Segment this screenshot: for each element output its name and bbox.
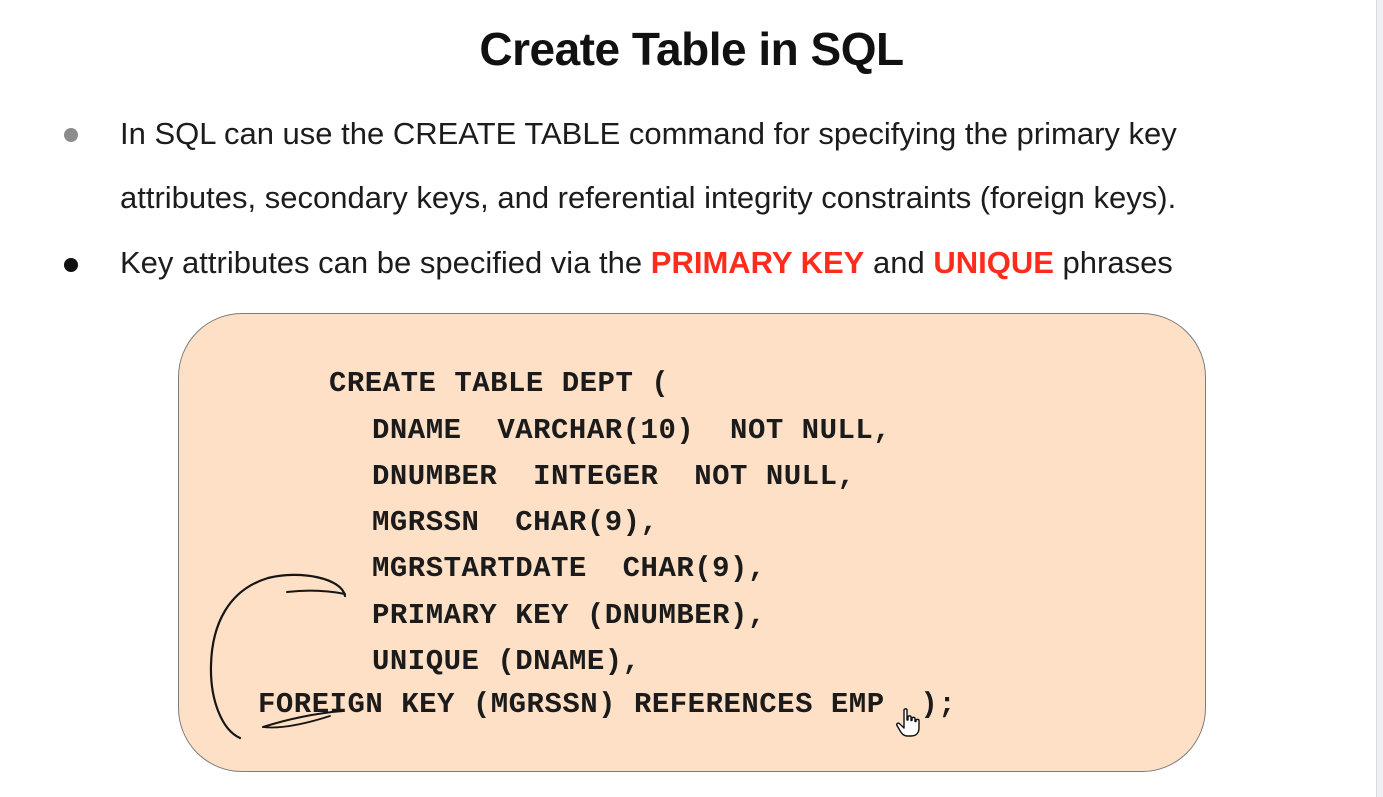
keyword-primary-key: PRIMARY KEY (650, 245, 865, 280)
slide: Create Table in SQL In SQL can use the C… (0, 0, 1383, 797)
bullet-2-prefix: Key attributes can be specified via the (120, 245, 651, 280)
code-line-dname: DNAME VARCHAR(10) NOT NULL, (372, 414, 892, 447)
code-line-foreign-key: FOREIGN KEY (MGRSSN) REFERENCES EMP ); (258, 688, 957, 721)
window-edge-scrollbar[interactable] (1376, 0, 1383, 797)
hand-pointer-icon (896, 708, 920, 737)
code-line-create-table: CREATE TABLE DEPT ( (329, 367, 670, 400)
code-line-mgrstartdate: MGRSTARTDATE CHAR(9), (372, 552, 766, 585)
bullet-2-suffix: phrases (1053, 245, 1173, 280)
bullet-1-line-1: In SQL can use the CREATE TABLE command … (120, 116, 1177, 151)
code-line-primary-key: PRIMARY KEY (DNUMBER), (372, 599, 766, 632)
bullet-1-line-2: attributes, secondary keys, and referent… (120, 180, 1177, 215)
code-line-mgrssn: MGRSSN CHAR(9), (372, 506, 659, 539)
bullet-dot (64, 128, 78, 142)
slide-title: Create Table in SQL (479, 23, 904, 75)
code-line-unique: UNIQUE (DNAME), (372, 645, 641, 678)
bullet-dot (64, 258, 78, 272)
bullet-2: Key attributes can be specified via the … (120, 231, 1173, 295)
bullet-2-middle: and (864, 245, 934, 280)
keyword-unique: UNIQUE (933, 245, 1054, 280)
code-line-dnumber: DNUMBER INTEGER NOT NULL, (372, 460, 856, 493)
